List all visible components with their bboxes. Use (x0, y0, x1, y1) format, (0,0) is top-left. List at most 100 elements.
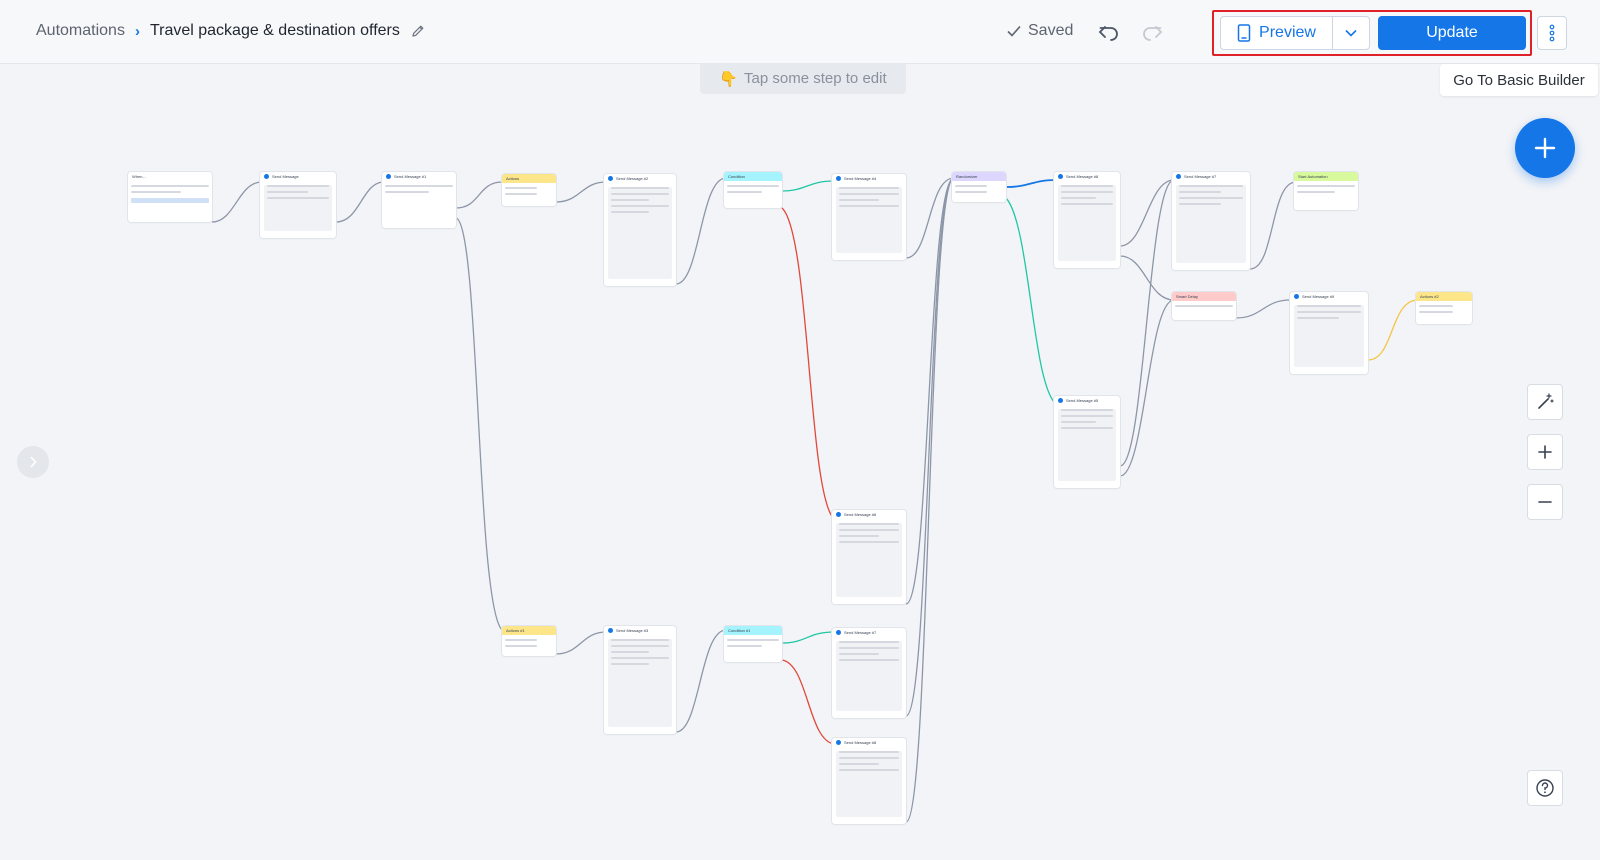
flow-connections (211, 177, 1419, 823)
node-title: Send Message #7 (844, 630, 877, 635)
edge (455, 181, 503, 209)
chevron-down-icon (1345, 29, 1357, 37)
message-icon (386, 174, 391, 179)
edge (1119, 299, 1175, 477)
node-body (836, 641, 902, 711)
preview-label: Preview (1259, 24, 1316, 41)
preview-dropdown-button[interactable] (1332, 16, 1370, 50)
flow-node-actions[interactable]: Actions #2 (1416, 292, 1472, 324)
edge (675, 177, 727, 285)
flow-node-send-message[interactable]: Send Message #3 (604, 626, 676, 734)
node-title: Condition (728, 174, 745, 179)
flow-node-send-message[interactable]: Send Message #5 (1054, 396, 1120, 488)
node-title: Actions #2 (1420, 294, 1439, 299)
edge (1249, 181, 1297, 270)
flow-node-randomizer[interactable]: Randomizer (952, 172, 1006, 202)
flow-node-send-message[interactable]: Send Message #2 (604, 174, 676, 286)
node-title: Send Message #5 (1066, 398, 1099, 403)
message-icon (836, 176, 841, 181)
edge (555, 181, 607, 203)
magic-tidy-button[interactable] (1527, 384, 1563, 420)
phone-icon (1237, 24, 1251, 42)
help-button[interactable] (1527, 770, 1563, 806)
more-options-button[interactable] (1537, 16, 1567, 50)
edge (781, 180, 835, 192)
zoom-in-icon (1538, 445, 1552, 459)
flow-node-send-message[interactable]: Send Message #4 (832, 174, 906, 260)
flow-node-send-message[interactable]: Send Message #7 (1172, 172, 1250, 270)
flow-node-send-message[interactable]: Send Message (260, 172, 336, 238)
message-icon (608, 628, 613, 633)
expand-panel-button[interactable] (17, 446, 49, 478)
edge (1005, 197, 1057, 405)
node-title: Randomizer (956, 174, 978, 179)
message-icon (1058, 174, 1063, 179)
flow-node-send-message[interactable]: Send Message #7 (832, 628, 906, 718)
node-body (836, 523, 902, 597)
flow-node-condition[interactable]: Condition (724, 172, 782, 208)
node-body (1294, 305, 1364, 367)
preview-button[interactable]: Preview (1220, 16, 1332, 50)
node-title: Send Message #8 (1066, 174, 1099, 179)
message-icon (836, 630, 841, 635)
flow-node-smart-delay[interactable]: Smart Delay (1172, 292, 1236, 320)
add-step-button[interactable] (1515, 118, 1575, 178)
node-title: Send Message #6 (844, 512, 877, 517)
edge (905, 177, 955, 605)
checkmark-icon (1007, 25, 1021, 37)
flow-node-trigger[interactable]: When... (128, 172, 212, 222)
update-button[interactable]: Update (1378, 16, 1526, 50)
node-body (1058, 185, 1116, 261)
flow-node-actions[interactable]: Actions (502, 174, 556, 206)
node-title: Send Message #9 (1302, 294, 1335, 299)
node-title: Send Message (272, 174, 299, 179)
node-body (264, 185, 332, 231)
saved-label: Saved (1028, 22, 1074, 39)
message-icon (1294, 294, 1299, 299)
node-title: Send Message #8 (844, 740, 877, 745)
message-icon (1176, 174, 1181, 179)
breadcrumb-automations-link[interactable]: Automations (36, 22, 125, 40)
edge (455, 217, 503, 631)
flow-node-send-message[interactable]: Send Message #8 (1054, 172, 1120, 268)
node-title: Actions #1 (506, 628, 525, 633)
zoom-out-button[interactable] (1527, 484, 1563, 520)
edge (1005, 179, 1057, 188)
flow-node-send-message[interactable]: Send Message #8 (832, 738, 906, 824)
message-icon (264, 174, 269, 179)
node-title: Send Message #1 (394, 174, 427, 179)
message-icon (836, 740, 841, 745)
node-body (836, 751, 902, 817)
node-title: Actions (506, 176, 520, 181)
edge (555, 631, 607, 655)
chevron-right-icon (30, 456, 37, 468)
flow-canvas[interactable]: When... Send Message Send Message #1 Act… (0, 64, 1600, 860)
flow-node-condition[interactable]: Condition #1 (724, 626, 782, 662)
flow-node-send-message[interactable]: Send Message #1 (382, 172, 456, 228)
node-title: Send Message #4 (844, 176, 877, 181)
node-title: When... (132, 174, 146, 179)
edge (1235, 299, 1291, 319)
flow-node-start-automation[interactable]: Start Automation (1294, 172, 1358, 210)
flow-node-actions[interactable]: Actions #1 (502, 626, 556, 656)
pencil-icon[interactable] (410, 23, 426, 39)
edge (335, 181, 385, 223)
message-icon (1058, 398, 1063, 403)
node-title: Send Message #3 (616, 628, 649, 633)
edge (211, 181, 263, 223)
edge (1367, 299, 1419, 361)
redo-icon[interactable] (1140, 22, 1164, 44)
node-title: Condition #1 (728, 628, 751, 633)
flow-node-send-message[interactable]: Send Message #6 (832, 510, 906, 604)
node-body (1058, 409, 1116, 481)
zoom-in-button[interactable] (1527, 434, 1563, 470)
edge (905, 177, 955, 823)
edge (905, 177, 955, 717)
undo-icon[interactable] (1097, 22, 1121, 44)
breadcrumb-separator: › (134, 22, 140, 40)
node-title: Send Message #7 (1184, 174, 1217, 179)
flow-node-send-message[interactable]: Send Message #9 (1290, 292, 1368, 374)
edge (781, 207, 835, 520)
save-status: Saved (1006, 22, 1073, 40)
zoom-out-icon (1538, 501, 1552, 503)
